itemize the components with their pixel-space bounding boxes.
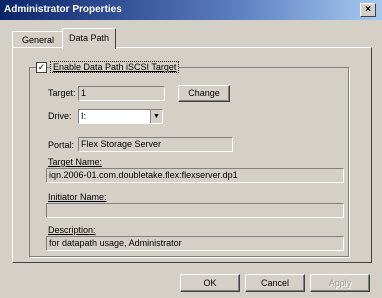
initiator-name-field[interactable] bbox=[46, 203, 344, 218]
enable-data-path-label[interactable]: Enable Data Path iSCSI Target bbox=[50, 61, 180, 73]
description-label: Description: bbox=[48, 225, 96, 235]
ok-button[interactable]: OK bbox=[180, 274, 240, 292]
drive-select[interactable]: I: ▼ bbox=[78, 109, 163, 124]
description-field[interactable]: for datapath usage, Administrator bbox=[46, 236, 344, 251]
chevron-down-icon[interactable]: ▼ bbox=[150, 110, 162, 123]
drive-label: Drive: bbox=[48, 111, 72, 121]
initiator-name-label: Initiator Name: bbox=[48, 192, 107, 202]
apply-button[interactable]: Apply bbox=[310, 274, 370, 292]
close-button[interactable]: × bbox=[360, 3, 376, 17]
enable-data-path-checkbox[interactable]: ✓ bbox=[36, 62, 47, 73]
target-name-field[interactable]: iqn.2006-01.com.doubletake.flex:flexserv… bbox=[46, 168, 344, 183]
window-title: Administrator Properties bbox=[4, 4, 122, 15]
close-icon: × bbox=[365, 4, 371, 15]
change-button[interactable]: Change bbox=[178, 85, 230, 102]
target-name-label: Target Name: bbox=[48, 157, 103, 167]
title-bar: Administrator Properties × bbox=[0, 0, 382, 20]
checkmark-icon: ✓ bbox=[37, 62, 46, 72]
portal-label: Portal: bbox=[48, 140, 75, 150]
tab-data-path[interactable]: Data Path bbox=[62, 28, 116, 49]
cancel-button[interactable]: Cancel bbox=[245, 274, 305, 292]
portal-field: Flex Storage Server bbox=[78, 137, 233, 152]
target-field[interactable]: 1 bbox=[78, 86, 165, 101]
drive-select-value: I: bbox=[81, 111, 87, 121]
target-label: Target: bbox=[48, 88, 76, 98]
